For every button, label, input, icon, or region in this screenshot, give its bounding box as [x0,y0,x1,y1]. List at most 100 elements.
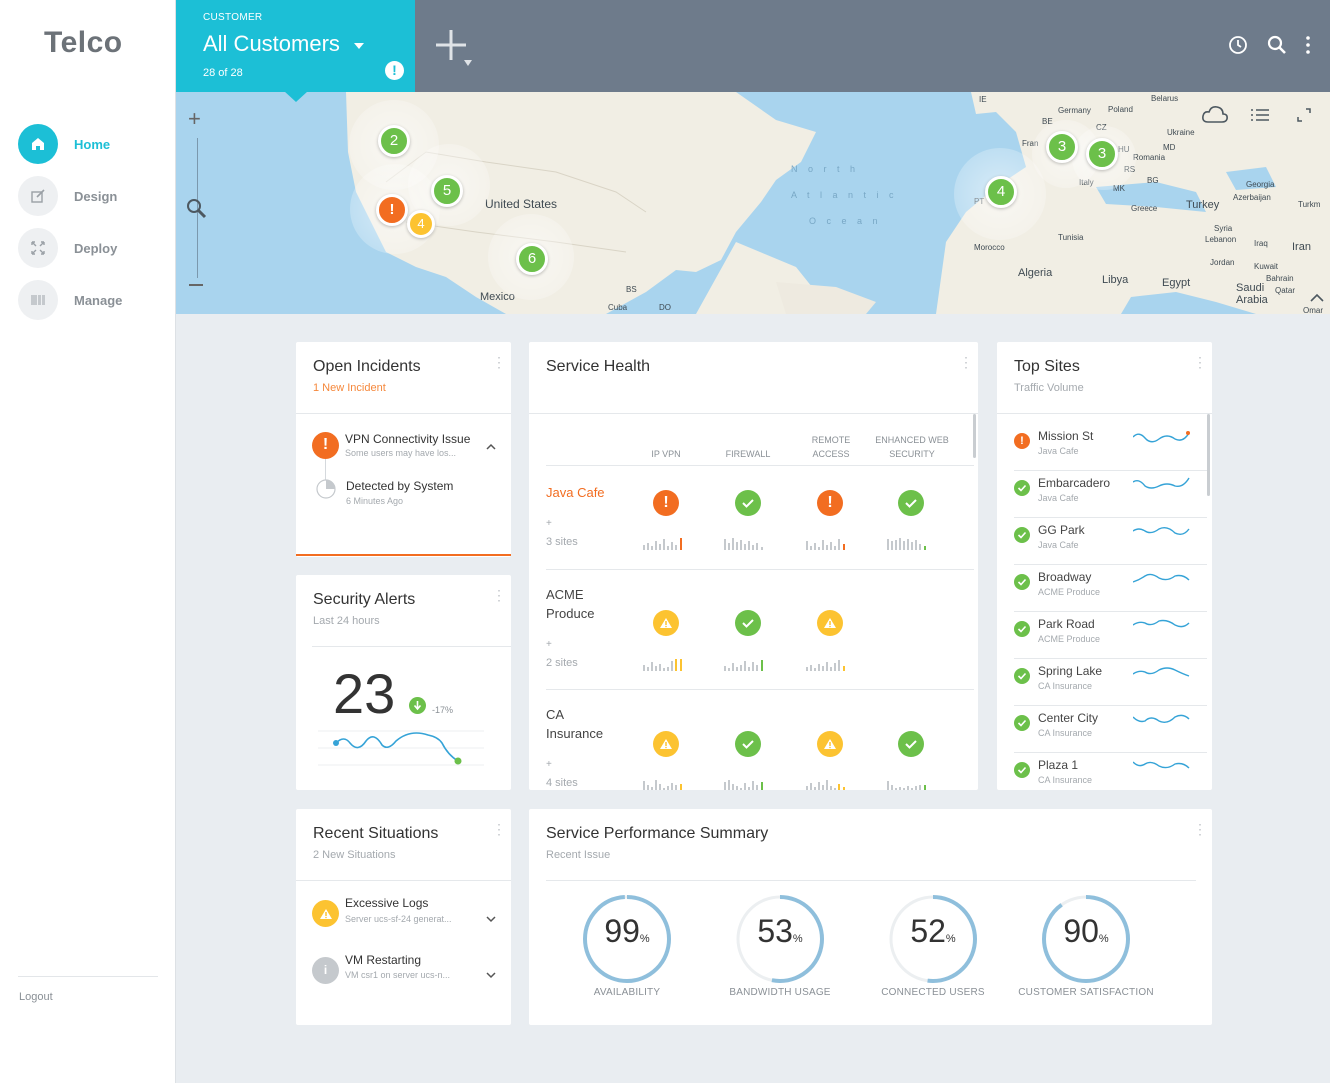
check-icon[interactable] [735,731,761,757]
incident-title[interactable]: VPN Connectivity Issue [345,432,470,446]
expand-row-icon[interactable]: + [546,639,552,650]
site-customer: ACME Produce [1038,634,1101,644]
chevron-up-icon[interactable] [485,438,497,456]
top-site-item[interactable]: Spring Lake CA Insurance [997,659,1207,706]
gauge-customer-satisfaction[interactable]: 90% [1036,889,1136,989]
zoom-search-icon[interactable] [184,196,210,227]
more-vertical-icon[interactable]: ⋮ [492,588,506,607]
divider [296,880,511,881]
scrollbar[interactable] [1207,414,1210,496]
top-site-item[interactable]: Broadway ACME Produce [997,565,1207,612]
traffic-sparkline [1133,714,1190,724]
map-cluster-alert[interactable]: ! [376,194,408,226]
check-icon[interactable] [898,490,924,516]
alert-icon[interactable]: ! [385,61,404,80]
card-title: Top Sites [1014,358,1080,375]
map-cluster[interactable]: 4 [985,176,1017,208]
expand-icon[interactable] [1295,106,1313,129]
top-site-item[interactable]: Center City CA Insurance [997,706,1207,753]
check-icon [1014,762,1030,778]
map-cluster[interactable]: 3 [1046,131,1078,163]
top-site-item[interactable]: Park Road ACME Produce [997,612,1207,659]
map-cluster[interactable]: 5 [431,175,463,207]
search-icon[interactable] [1266,34,1288,56]
map-label-country: IE [979,95,987,104]
gauge-value: 53% [757,913,803,949]
map-cluster[interactable]: 3 [1086,138,1118,170]
service-row-name[interactable]: Java Cafe [546,483,605,502]
check-icon[interactable] [735,610,761,636]
cloud-icon[interactable] [1200,104,1230,131]
plus-icon [436,30,472,66]
traffic-bars [643,538,682,550]
traffic-sparkline [1133,761,1190,769]
check-icon[interactable] [898,731,924,757]
expand-row-icon[interactable]: + [546,518,552,529]
warning-icon[interactable] [653,610,679,636]
chevron-down-icon[interactable] [485,966,497,984]
warning-icon[interactable] [817,731,843,757]
chevron-down-icon[interactable] [485,910,497,928]
check-icon [1014,527,1030,543]
check-icon[interactable] [735,490,761,516]
gauge-connected-users[interactable]: 52% [883,889,983,989]
nav-item-deploy[interactable]: Deploy [18,228,117,268]
divider [529,413,978,414]
map-label-country: MD [1163,143,1176,152]
situation-title[interactable]: Excessive Logs [345,896,428,910]
site-name: GG Park [1038,523,1085,537]
situation-title[interactable]: VM Restarting [345,953,421,967]
more-vertical-icon[interactable]: ⋮ [492,822,506,841]
zoom-out-button[interactable] [189,284,203,286]
expand-row-icon[interactable]: + [546,759,552,770]
nav-item-home[interactable]: Home [18,124,110,164]
site-customer: ACME Produce [1038,587,1101,597]
more-vertical-icon[interactable]: ⋮ [1193,355,1207,374]
top-site-item[interactable]: ! Mission St Java Cafe [997,424,1207,471]
warning-icon[interactable] [653,731,679,757]
chevron-up-icon[interactable] [1309,290,1325,308]
gauge-label: CUSTOMER SATISFACTION [1018,987,1154,998]
more-vertical-icon[interactable] [1298,34,1316,56]
error-icon[interactable]: ! [653,490,679,516]
customer-selector[interactable]: CUSTOMER All Customers 28 of 28 ! [176,0,415,92]
card-title: Recent Situations [313,825,439,842]
gauge-bandwidth-usage[interactable]: 53% [730,889,830,989]
logout-link[interactable]: Logout [19,991,53,1003]
top-site-item[interactable]: GG Park Java Cafe [997,518,1207,565]
map-label-country: Algeria [1018,267,1053,279]
service-row-name[interactable]: ACME Produce [546,585,594,623]
detected-icon [316,479,336,504]
map-cluster[interactable]: 6 [516,243,548,275]
column-header: REMOTE ACCESS [811,435,851,459]
gauge-availability[interactable]: 99% [577,889,677,989]
traffic-sparkline [1133,667,1190,677]
service-row-name[interactable]: CA Insurance [546,705,603,743]
map-cluster[interactable]: 4 [407,210,435,238]
top-site-item[interactable]: Plaza 1 CA Insurance [997,753,1207,790]
history-icon[interactable] [1227,34,1249,56]
top-site-item[interactable]: Embarcadero Java Cafe [997,471,1207,518]
nav-item-manage[interactable]: Manage [18,280,122,320]
error-icon[interactable]: ! [817,490,843,516]
error-icon: ! [312,432,339,459]
situation-description: VM csr1 on server ucs-n... [345,970,451,980]
add-button[interactable] [433,26,481,72]
warning-icon[interactable] [817,610,843,636]
more-vertical-icon[interactable]: ⋮ [492,355,506,374]
site-customer: Java Cafe [1038,446,1079,456]
map-label-country: Iraq [1254,239,1268,248]
scrollbar[interactable] [973,414,976,458]
more-vertical-icon[interactable]: ⋮ [959,355,973,374]
list-icon[interactable] [1249,107,1271,128]
zoom-in-button[interactable]: + [188,106,201,132]
traffic-bars [806,660,845,671]
sidebar: Telco Home Design Deploy Manage Logout [0,0,176,1083]
traffic-sparkline [1133,619,1190,628]
traffic-sparkline [1133,573,1190,583]
map-cluster[interactable]: 2 [378,125,410,157]
more-vertical-icon[interactable]: ⋮ [1193,822,1207,841]
detected-time: 6 Minutes Ago [346,496,404,506]
world-map[interactable]: N o r t h A t l a n t i c O c e a n Unit… [176,92,1330,314]
nav-item-design[interactable]: Design [18,176,117,216]
